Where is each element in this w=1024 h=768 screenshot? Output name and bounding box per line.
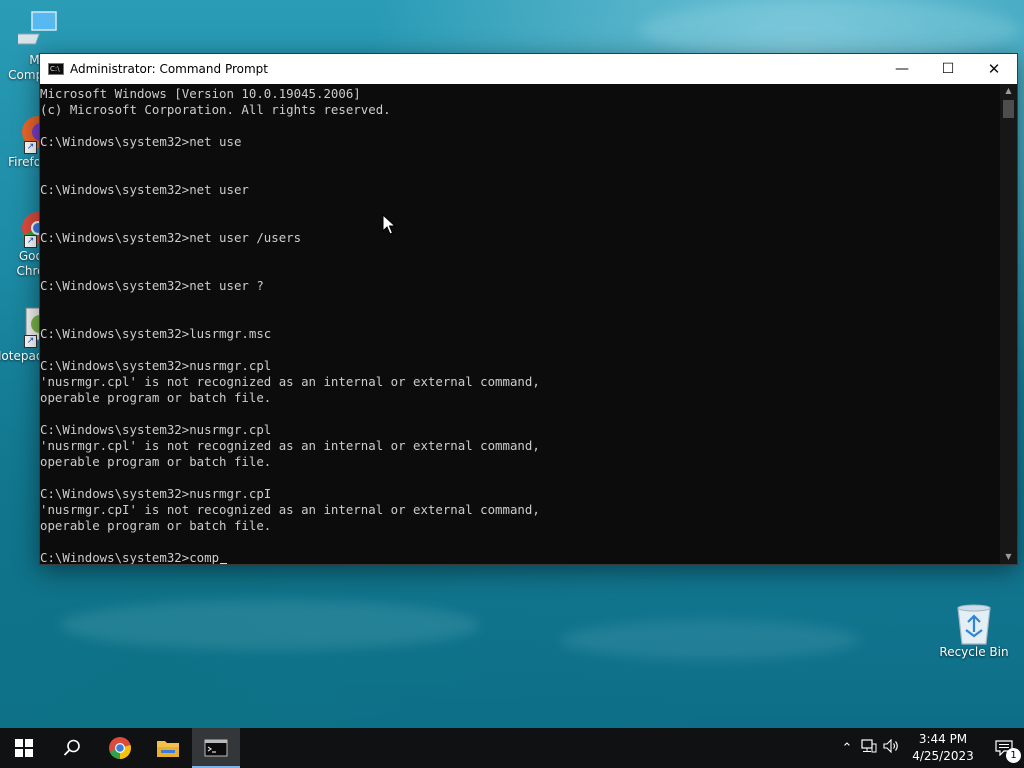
scroll-up-icon[interactable]: ▲ — [1000, 84, 1017, 98]
chevron-up-icon[interactable]: ⌃ — [836, 741, 858, 756]
scrollbar-thumb[interactable] — [1003, 100, 1014, 118]
clock-date: 4/25/2023 — [912, 749, 974, 763]
console-icon — [204, 739, 228, 757]
taskbar: ⌃ 3:44 PM 4/25/2023 1 — [0, 728, 1024, 768]
network-icon[interactable] — [858, 739, 880, 757]
shortcut-arrow-icon: ↗ — [24, 235, 37, 248]
command-prompt-window[interactable]: C:\ Administrator: Command Prompt — ☐ ✕ … — [39, 53, 1018, 565]
scroll-down-icon[interactable]: ▼ — [1000, 550, 1017, 564]
action-center-button[interactable]: 1 — [984, 740, 1024, 763]
my-computer-icon — [10, 10, 58, 50]
windows-logo-icon — [15, 739, 33, 757]
search-button[interactable] — [48, 728, 96, 768]
clock-time: 3:44 PM — [918, 732, 968, 746]
chrome-icon — [109, 737, 131, 759]
notification-badge: 1 — [1006, 748, 1021, 763]
vertical-scrollbar[interactable]: ▲ ▼ — [1000, 84, 1017, 564]
desktop-icon-recycle-bin[interactable]: Recycle Bin — [936, 602, 1012, 660]
command-prompt-line[interactable]: C:\Windows\system32>comp — [40, 550, 219, 564]
close-button[interactable]: ✕ — [971, 54, 1017, 84]
shortcut-arrow-icon: ↗ — [24, 141, 37, 154]
taskbar-file-explorer-button[interactable] — [144, 728, 192, 768]
desktop-icon-label: Recycle Bin — [939, 645, 1009, 659]
taskbar-chrome-button[interactable] — [96, 728, 144, 768]
folder-icon — [157, 741, 179, 757]
clock[interactable]: 3:44 PM 4/25/2023 — [910, 731, 976, 765]
console-text: Microsoft Windows [Version 10.0.19045.20… — [40, 86, 540, 564]
start-button[interactable] — [0, 728, 48, 768]
search-icon — [63, 739, 80, 756]
shortcut-arrow-icon: ↗ — [24, 335, 37, 348]
recycle-bin-icon — [954, 602, 994, 645]
title-bar[interactable]: C:\ Administrator: Command Prompt — ☐ ✕ — [40, 54, 1017, 84]
volume-icon[interactable] — [880, 738, 902, 757]
console-icon: C:\ — [48, 63, 64, 75]
console-output[interactable]: Microsoft Windows [Version 10.0.19045.20… — [40, 84, 1000, 564]
taskbar-command-prompt-button[interactable] — [192, 728, 240, 768]
minimize-button[interactable]: — — [879, 54, 925, 84]
text-cursor — [220, 563, 228, 564]
window-title: Administrator: Command Prompt — [70, 62, 268, 76]
maximize-button[interactable]: ☐ — [925, 54, 971, 84]
system-tray: ⌃ 3:44 PM 4/25/2023 1 — [836, 728, 1024, 768]
